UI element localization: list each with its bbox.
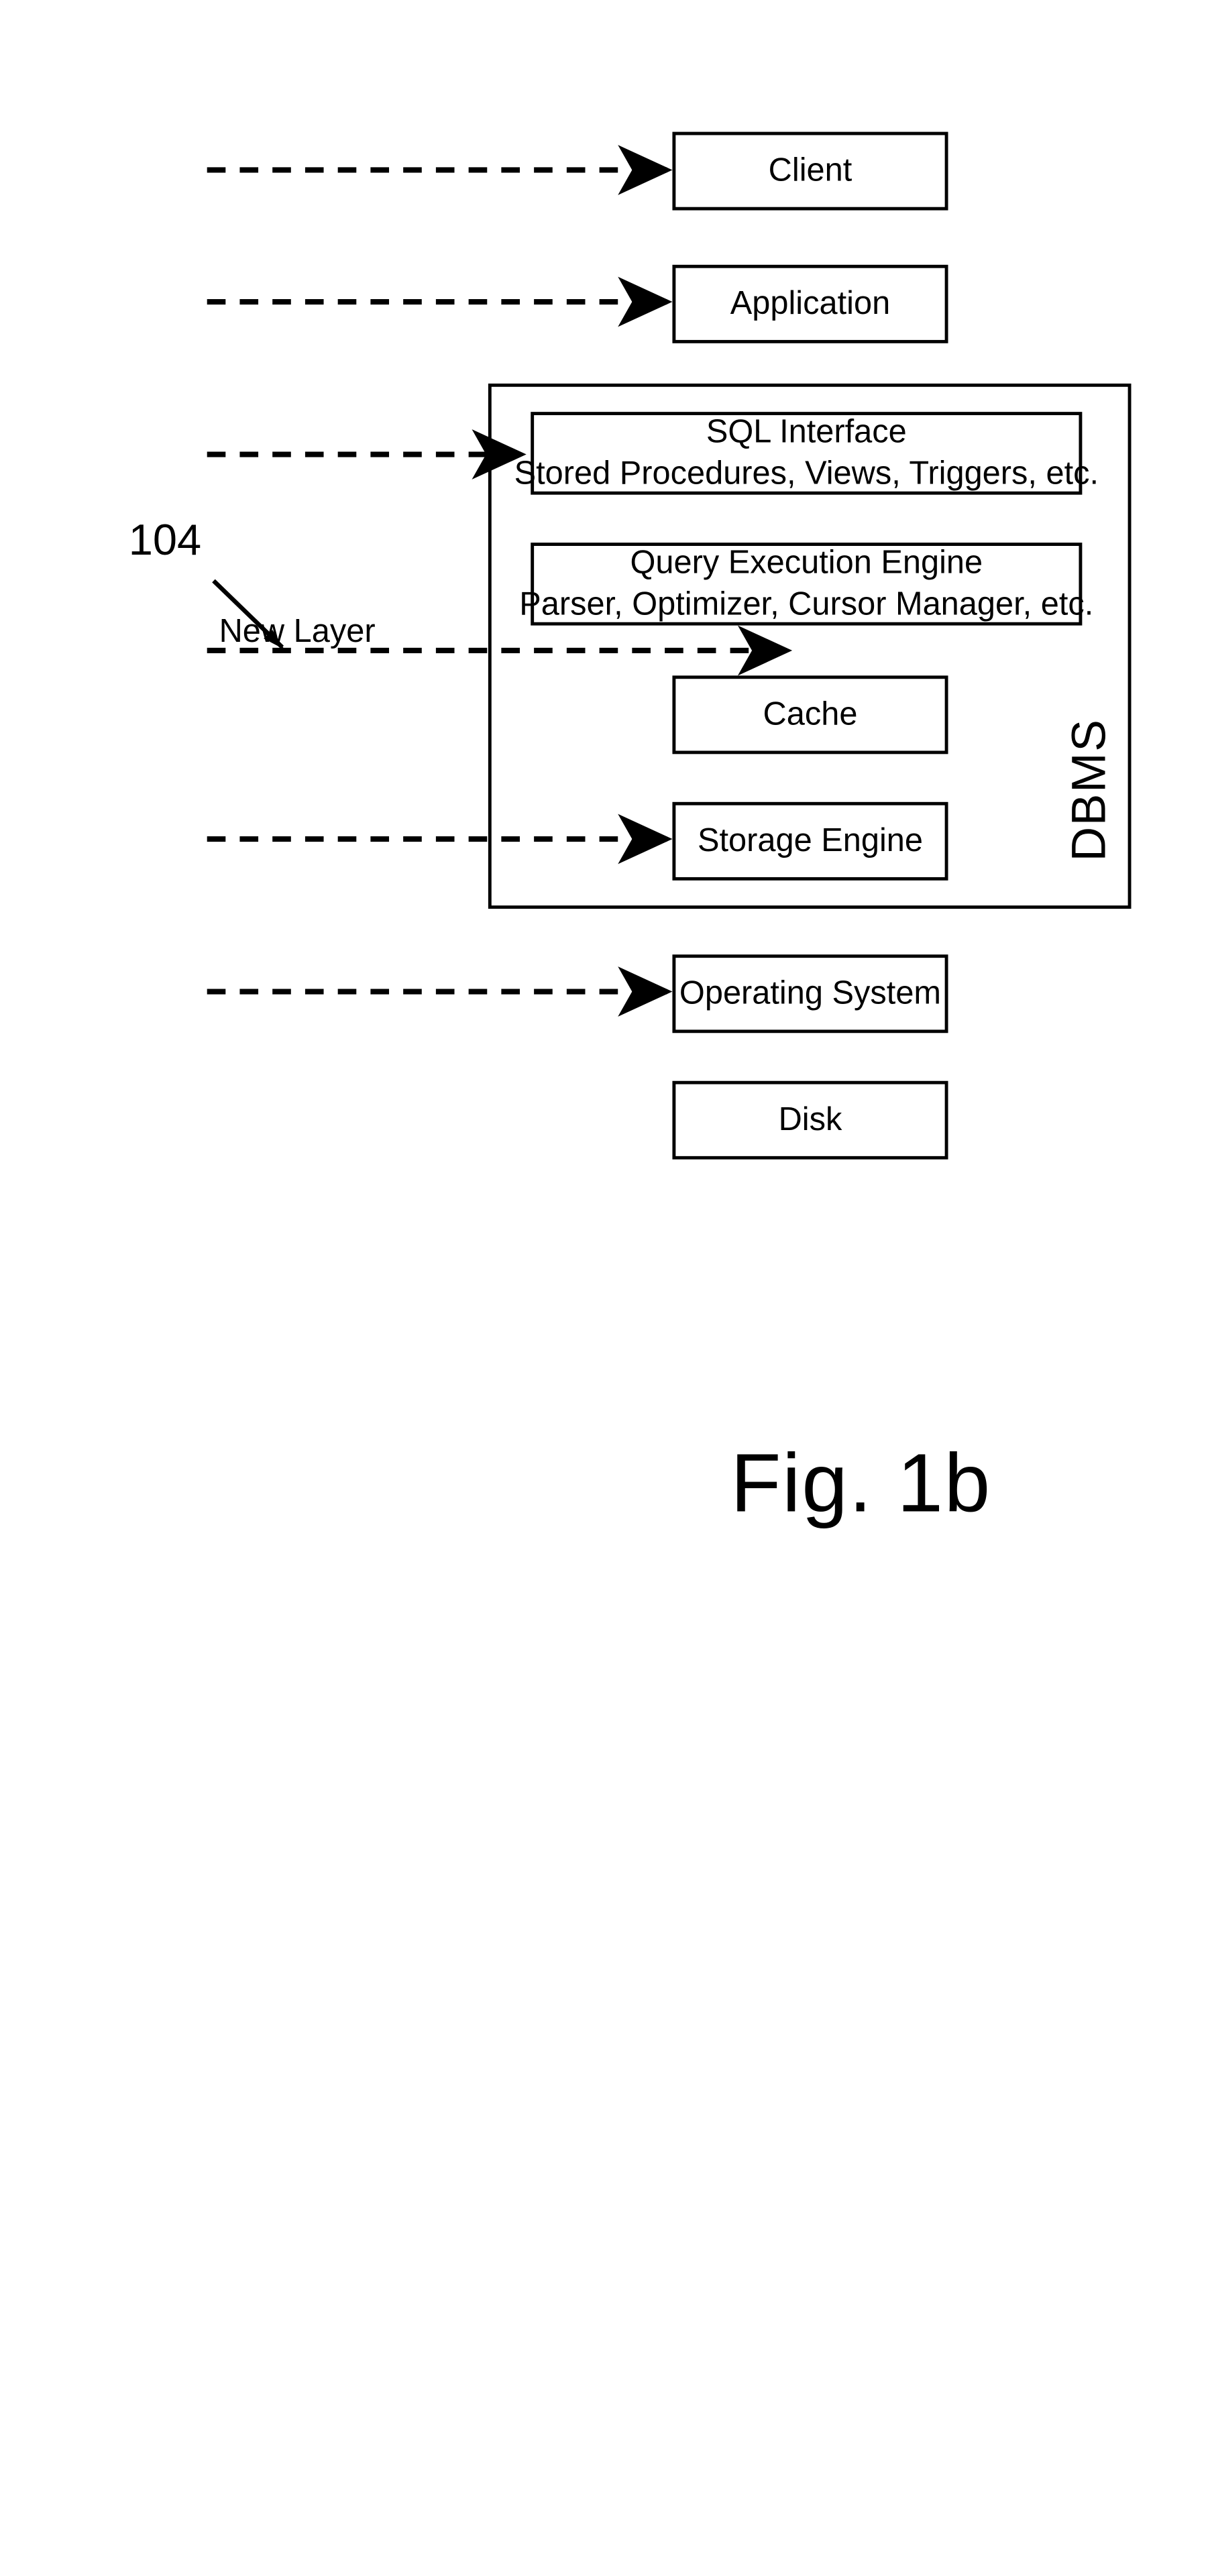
node-client-label: Client [768,152,852,188]
node-operating-system[interactable]: Operating System [672,954,948,1033]
node-client[interactable]: Client [672,131,948,211]
node-cache[interactable]: Cache [672,675,948,754]
node-operating-system-label: Operating System [679,974,942,1011]
node-sql-interface-sublabel: Stored Procedures, Views, Triggers, etc. [514,455,1099,492]
reference-number-104: 104 [128,516,202,565]
node-query-execution-engine-label: Query Execution Engine [630,544,983,581]
node-application-label: Application [730,285,891,321]
node-cache-label: Cache [763,695,858,732]
node-sql-interface-label: SQL Interface [706,413,907,450]
figure-1b: DBMS Client Application SQL Interface St… [0,0,1210,2576]
node-storage-engine[interactable]: Storage Engine [672,801,948,881]
node-query-execution-engine-sublabel: Parser, Optimizer, Cursor Manager, etc. [519,586,1094,622]
node-query-execution-engine[interactable]: Query Execution Engine Parser, Optimizer… [519,543,1093,626]
node-application[interactable]: Application [672,264,948,343]
node-disk[interactable]: Disk [672,1080,948,1160]
dbms-label: DBMS [1062,718,1116,862]
figure-caption: Fig. 1b [730,1437,991,1530]
node-storage-engine-label: Storage Engine [697,822,924,858]
node-disk-label: Disk [778,1101,842,1137]
new-layer-label: New Layer [219,613,376,650]
node-sql-interface[interactable]: SQL Interface Stored Procedures, Views, … [514,412,1099,495]
